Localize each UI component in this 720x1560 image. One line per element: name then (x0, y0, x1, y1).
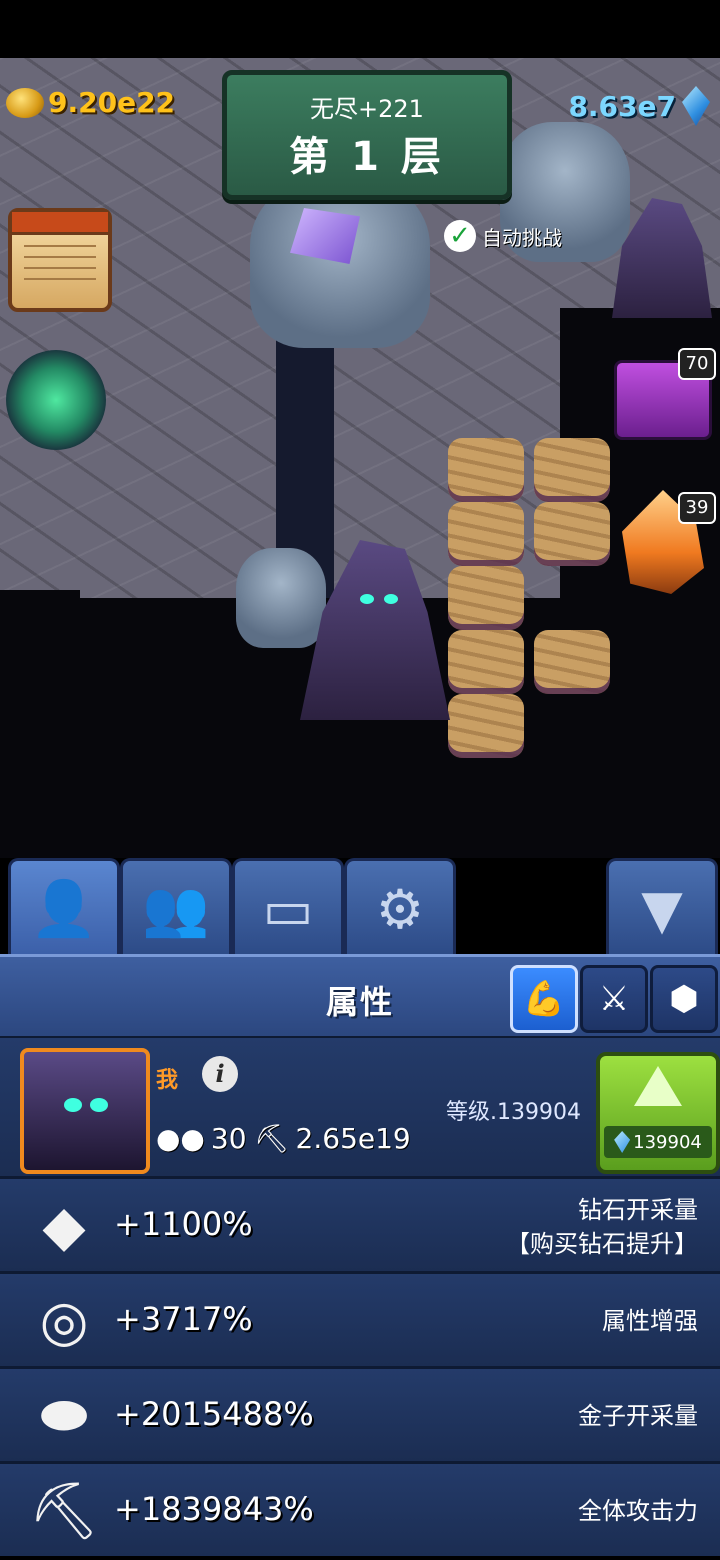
ogre-enemy[interactable] (236, 548, 326, 648)
subtab-attributes[interactable]: 💪 (510, 965, 578, 1033)
subtab-mining[interactable]: ⬢ (650, 965, 718, 1033)
stat-label: 钻石开采量 【购买钻石提升】 (506, 1196, 698, 1258)
rocks-icon: ⬢ (669, 979, 699, 1019)
game-scene[interactable]: 无尽+221 第 1 层 9.20e22 8.63e7 ✓ 自动挑战 70 39 (0, 58, 720, 858)
status-bar-area (0, 0, 720, 58)
target-ring-icon: ◎ (39, 1288, 89, 1354)
stat-row-attribute[interactable]: ◎ +3717% 属性增强 (0, 1271, 720, 1366)
hero-name: 我 (156, 1068, 179, 1093)
subtab-combat[interactable]: ⚔ (580, 965, 648, 1033)
mode-label: 无尽+221 (310, 95, 424, 123)
stat-value: +2015488% (114, 1395, 314, 1433)
pickaxe-icon: ⛏ (28, 1479, 100, 1544)
level-label: 等级.139904 (446, 1100, 581, 1125)
arrow-up-icon (634, 1066, 682, 1106)
collapse-down-icon: ▼ (641, 877, 683, 941)
dirt-block[interactable] (534, 502, 610, 566)
bottom-tabs: 👤 👥 ▭ ⚙ ▼ (0, 858, 720, 957)
strength-icon: 💪 (522, 979, 566, 1019)
gear-icon: ⚙ (375, 877, 425, 941)
dirt-block[interactable] (448, 630, 524, 694)
collapse-panel-button[interactable]: ▼ (606, 858, 718, 957)
gold-icon (6, 87, 44, 118)
tab-team[interactable]: 👥 (120, 858, 232, 957)
worker-count-value: 30 (210, 1122, 247, 1155)
hero-profile: 我 i ●● 30 ⛏ 2.65e19 等级.139904 139904 (0, 1036, 720, 1176)
ogre-enemy[interactable] (250, 178, 430, 348)
checkmark-icon: ✓ (444, 220, 476, 252)
tab-chest[interactable]: ▭ (232, 858, 344, 957)
dirt-block[interactable] (448, 694, 524, 758)
auto-challenge-label: 自动挑战 (482, 225, 562, 250)
swords-icon: ⚔ (598, 979, 630, 1019)
stat-row-diamond[interactable]: ◆ +1100% 钻石开采量 【购买钻石提升】 (0, 1176, 720, 1271)
upgrade-cost-value: 139904 (633, 1131, 702, 1153)
stat-value: +1100% (114, 1205, 253, 1243)
gold-nugget-icon: ⬬ (40, 1383, 88, 1448)
dirt-block[interactable] (448, 566, 524, 630)
reaper-eye (384, 594, 398, 604)
ore-count-badge: 39 (678, 492, 716, 524)
portal-button[interactable] (6, 350, 106, 450)
floor-sign: 无尽+221 第 1 层 (222, 70, 512, 200)
avatar[interactable] (20, 1048, 150, 1174)
worker-count: ●● 30 (156, 1122, 247, 1155)
stat-label: 金子开采量 (578, 1402, 698, 1430)
stat-label: 属性增强 (602, 1307, 698, 1335)
stat-value: +3717% (114, 1300, 253, 1338)
tab-settings[interactable]: ⚙ (344, 858, 456, 957)
upgrade-cost: 139904 (604, 1126, 712, 1158)
gold-value: 9.20e22 (48, 86, 176, 119)
diamond-icon: ◆ (42, 1193, 86, 1259)
chest-icon: ▭ (262, 877, 314, 941)
person-pickaxe-icon: 👤 (30, 877, 98, 940)
dark-void (0, 590, 80, 858)
info-button[interactable]: i (202, 1056, 238, 1092)
workers-icon: ●● (156, 1122, 205, 1155)
calendar-button[interactable] (8, 208, 112, 312)
stat-value: +1839843% (114, 1490, 314, 1528)
dirt-block[interactable] (448, 502, 524, 566)
stat-row-attack[interactable]: ⛏ +1839843% 全体攻击力 (0, 1461, 720, 1556)
gold-counter: 9.20e22 (6, 86, 175, 119)
auto-challenge-toggle[interactable]: ✓ 自动挑战 (444, 220, 562, 252)
calendar-icon (12, 212, 108, 235)
diamond-icon (614, 1131, 631, 1153)
dirt-block[interactable] (534, 630, 610, 694)
group-icon: 👥 (142, 877, 210, 940)
diamond-counter: 8.63e7 (568, 86, 710, 126)
diamond-icon (682, 86, 710, 126)
stat-label: 全体攻击力 (578, 1497, 698, 1525)
power-stat: ⛏ 2.65e19 (254, 1122, 411, 1155)
reaper-eye (360, 594, 374, 604)
pickaxe-power-icon: ⛏ (254, 1122, 290, 1155)
chest-count-badge: 70 (678, 348, 716, 380)
dirt-block[interactable] (534, 438, 610, 502)
stat-row-gold[interactable]: ⬬ +2015488% 金子开采量 (0, 1366, 720, 1461)
dirt-block[interactable] (448, 438, 524, 502)
upgrade-button[interactable]: 139904 (596, 1052, 720, 1174)
power-value: 2.65e19 (295, 1122, 411, 1155)
floor-label: 第 1 层 (289, 134, 445, 180)
tab-hero[interactable]: 👤 (8, 858, 120, 957)
panel-header: 属性 💪 ⚔ ⬢ (0, 954, 720, 1039)
diamond-value: 8.63e7 (568, 89, 676, 123)
